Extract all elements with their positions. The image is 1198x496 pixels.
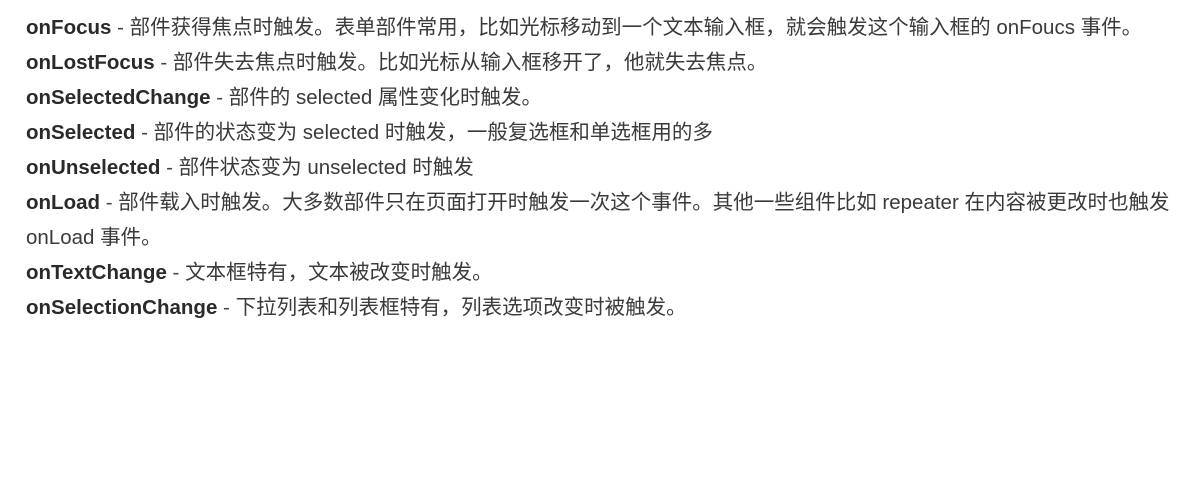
event-entry-onload: onLoad - 部件载入时触发。大多数部件只在页面打开时触发一次这个事件。其他… (26, 185, 1176, 255)
event-definition-list: onFocus - 部件获得焦点时触发。表单部件常用，比如光标移动到一个文本输入… (26, 10, 1176, 325)
term-separator: - (217, 296, 236, 319)
term-separator: - (100, 191, 119, 214)
event-entry-ontextchange: onTextChange - 文本框特有，文本被改变时触发。 (26, 255, 1176, 290)
event-entry-onunselected: onUnselected - 部件状态变为 unselected 时触发 (26, 150, 1176, 185)
event-term: onSelected (26, 121, 136, 144)
event-entry-onfocus: onFocus - 部件获得焦点时触发。表单部件常用，比如光标移动到一个文本输入… (26, 10, 1176, 45)
event-term: onFocus (26, 16, 112, 39)
event-entry-onselectedchange: onSelectedChange - 部件的 selected 属性变化时触发。 (26, 80, 1176, 115)
term-separator: - (166, 261, 186, 284)
event-entry-onselected: onSelected - 部件的状态变为 selected 时触发，一般复选框和… (26, 115, 1176, 150)
event-term: onUnselected (26, 156, 161, 179)
term-separator: - (111, 16, 130, 39)
term-separator: - (154, 51, 173, 74)
event-term: onLostFocus (26, 51, 155, 74)
event-description: 部件失去焦点时触发。比如光标从输入框移开了，他就失去焦点。 (172, 51, 768, 74)
event-description: 部件的 selected 属性变化时触发。 (228, 86, 543, 109)
event-description: 部件载入时触发。大多数部件只在页面打开时触发一次这个事件。其他一些组件比如 re… (26, 191, 1170, 249)
event-entry-onselectionchange: onSelectionChange - 下拉列表和列表框特有，列表选项改变时被触… (26, 290, 1176, 325)
event-description: 部件获得焦点时触发。表单部件常用，比如光标移动到一个文本输入框，就会触发这个输入… (129, 16, 1143, 39)
event-term: onSelectedChange (26, 86, 211, 109)
event-term: onSelectionChange (26, 296, 218, 319)
event-description: 部件的状态变为 selected 时触发，一般复选框和单选框用的多 (153, 121, 713, 144)
event-entry-onlostfocus: onLostFocus - 部件失去焦点时触发。比如光标从输入框移开了，他就失去… (26, 45, 1176, 80)
event-term: onTextChange (26, 261, 167, 284)
event-description: 下拉列表和列表框特有，列表选项改变时被触发。 (235, 296, 687, 319)
event-description: 部件状态变为 unselected 时触发 (178, 156, 474, 179)
term-separator: - (135, 121, 154, 144)
event-term: onLoad (26, 191, 101, 214)
term-separator: - (160, 156, 179, 179)
term-separator: - (210, 86, 229, 109)
event-description: 文本框特有，文本被改变时触发。 (185, 261, 493, 284)
